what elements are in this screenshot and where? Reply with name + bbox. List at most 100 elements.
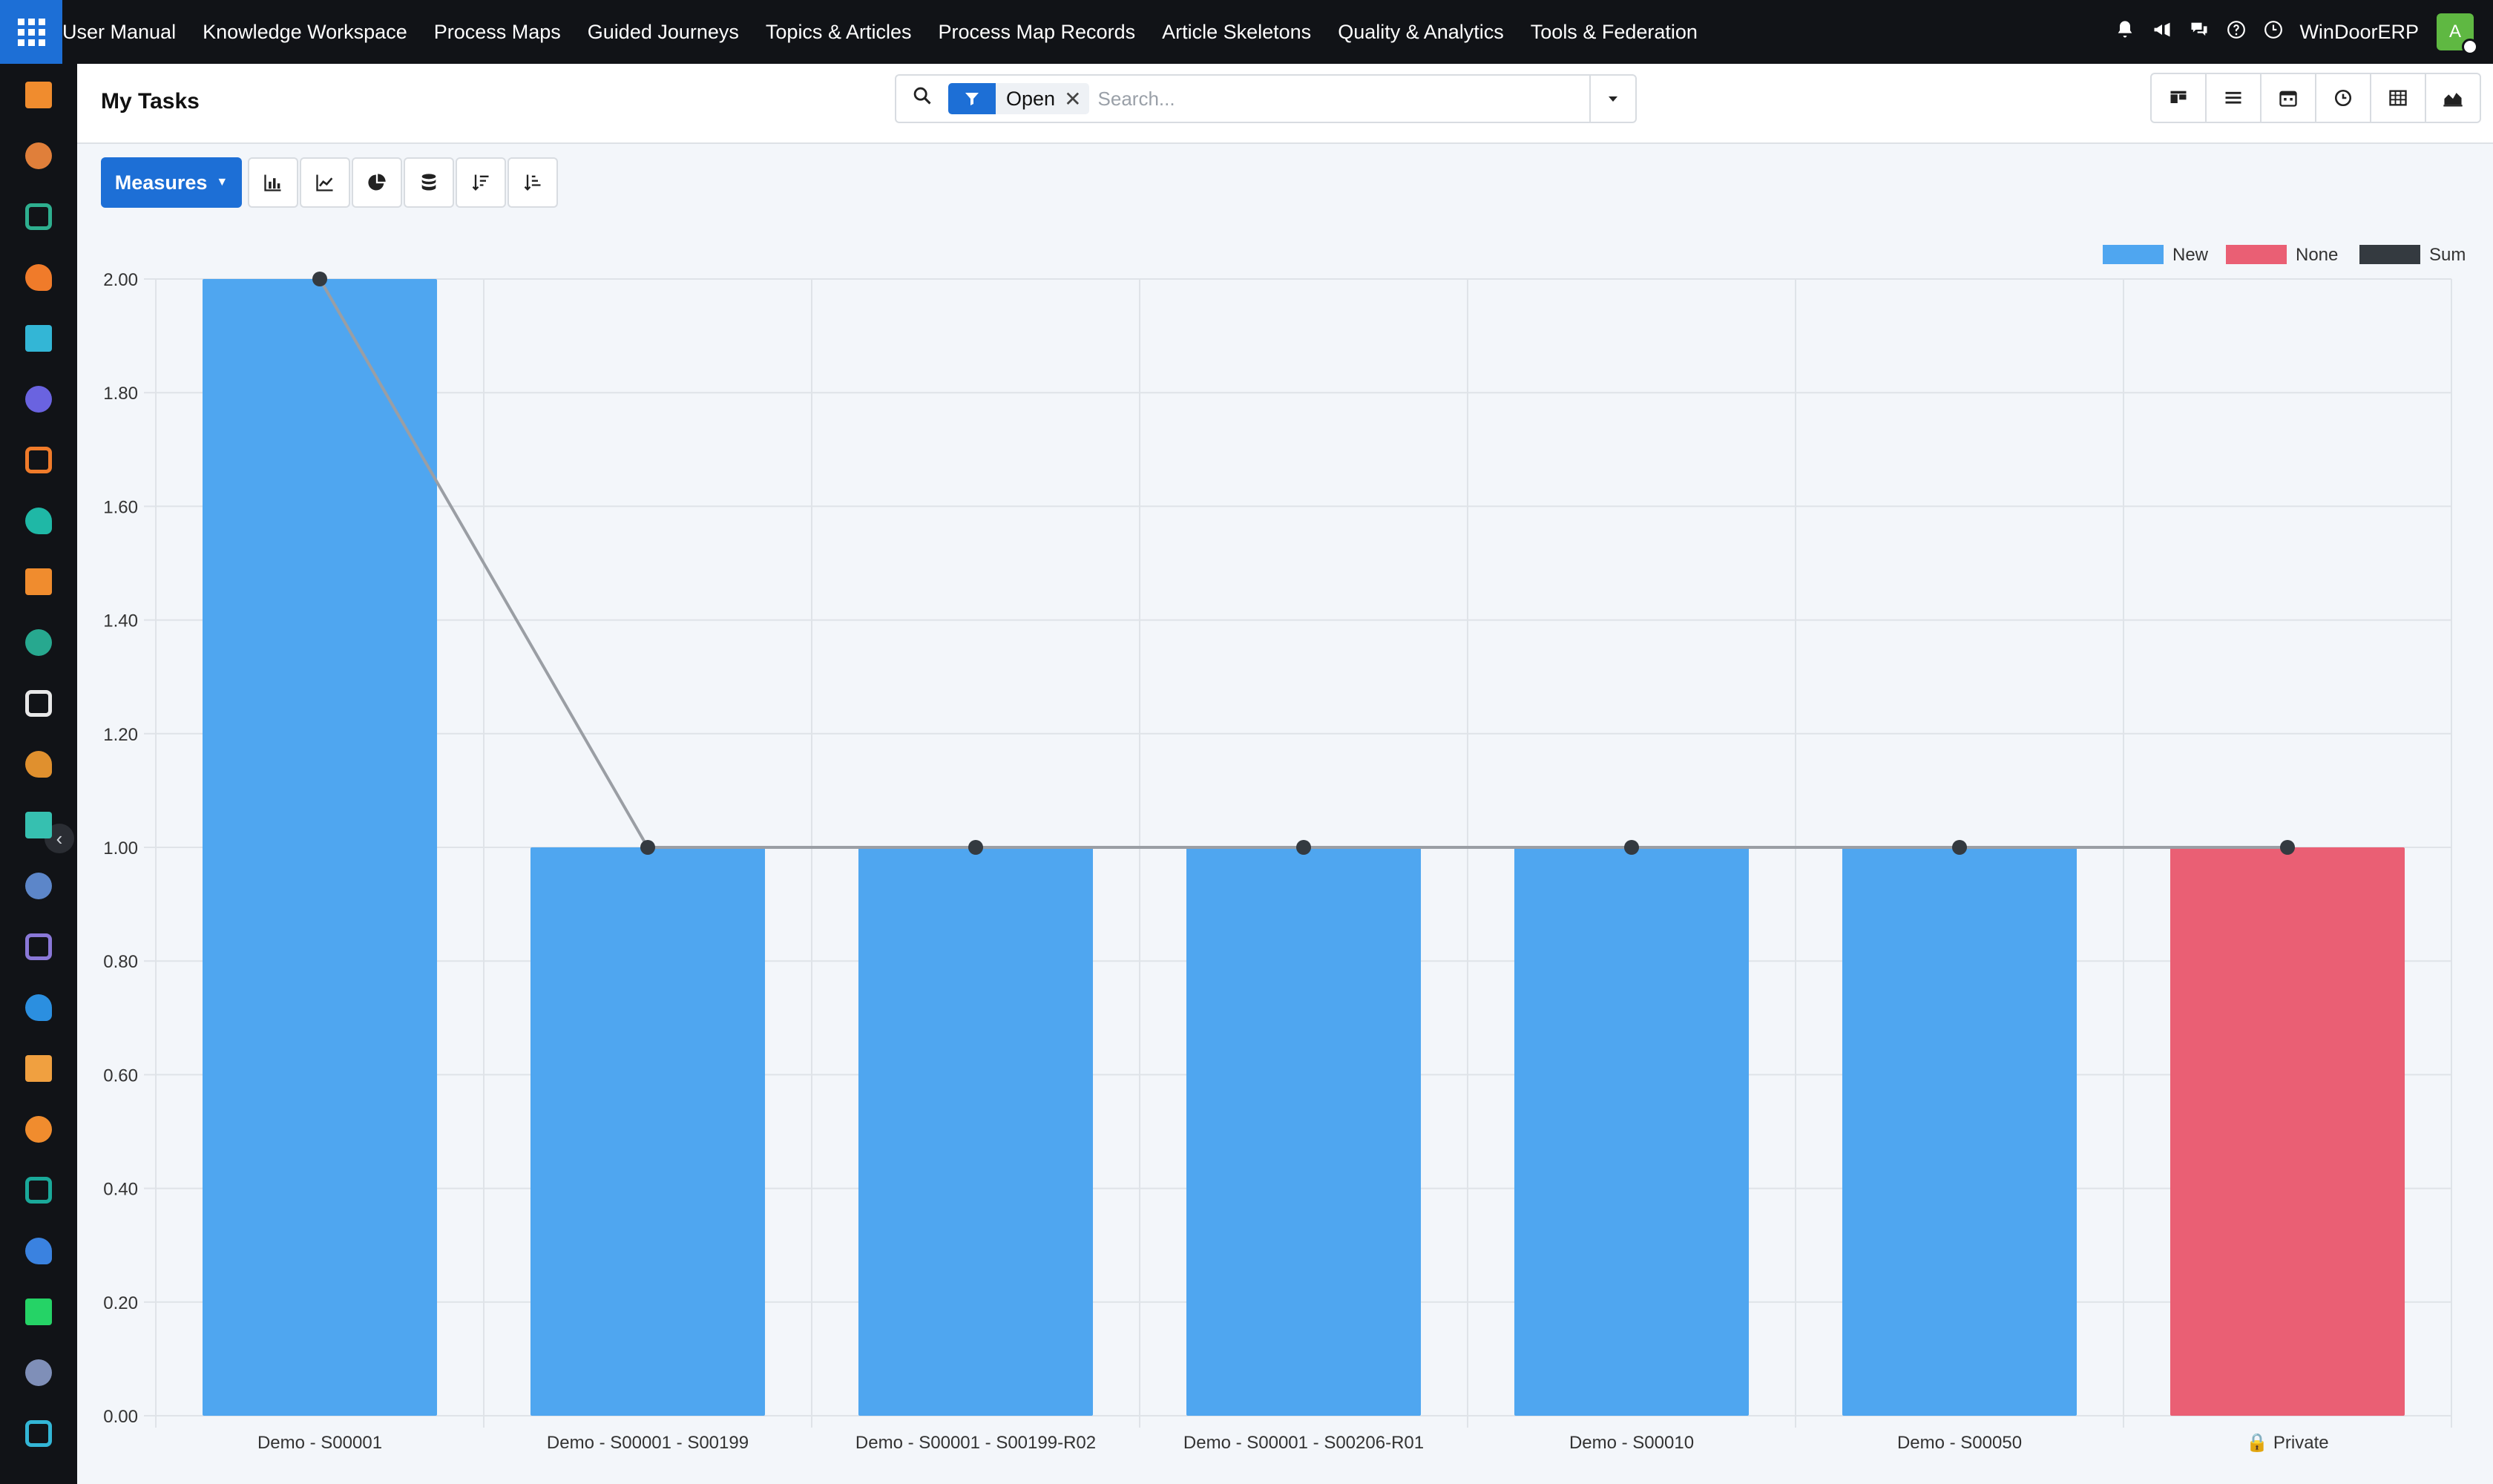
kanban-icon (2170, 91, 2187, 103)
menu-item-topics-articles[interactable]: Topics & Articles (752, 21, 925, 44)
list-view-button[interactable] (2205, 73, 2262, 123)
view-switcher (2150, 73, 2481, 123)
sum-point[interactable] (312, 272, 327, 286)
legend-label[interactable]: Sum (2429, 245, 2466, 265)
sidebar-app-icon[interactable] (25, 690, 52, 717)
bar-chart-button[interactable] (248, 157, 298, 208)
stacked-button[interactable] (404, 157, 454, 208)
sidebar-app-icon[interactable] (25, 1055, 52, 1082)
sidebar-app-icon[interactable] (25, 751, 52, 778)
menu-item-article-skeletons[interactable]: Article Skeletons (1149, 21, 1324, 44)
search-input[interactable] (1097, 87, 1589, 111)
sidebar-app-icon[interactable] (25, 1298, 52, 1325)
sidebar-app-icon[interactable] (25, 264, 52, 291)
bar-new[interactable] (1186, 847, 1422, 1416)
calendar-view-button[interactable] (2260, 73, 2316, 123)
graph-view-button[interactable] (2425, 73, 2481, 123)
x-tick-label: Demo - S00001 - S00206-R01 (1183, 1433, 1424, 1453)
measures-label: Measures (114, 171, 208, 194)
menu-item-process-maps[interactable]: Process Maps (421, 21, 574, 44)
sidebar-app-icon[interactable] (25, 994, 52, 1021)
sidebar-app-icon[interactable] (25, 142, 52, 169)
sidebar-app-icon[interactable] (25, 933, 52, 960)
app-menu-button[interactable] (0, 0, 62, 64)
sidebar-app-icon[interactable] (25, 1177, 52, 1204)
y-tick-label: 1.20 (103, 725, 138, 745)
x-tick-label: Demo - S00010 (1569, 1433, 1694, 1453)
sidebar-app-icon[interactable] (25, 568, 52, 595)
sidebar-app-icon[interactable] (25, 203, 52, 230)
sidebar-app-icon[interactable] (25, 325, 52, 352)
bar-new[interactable] (202, 279, 438, 1416)
measures-dropdown[interactable]: Measures ▼ (101, 157, 242, 208)
filter-icon (948, 83, 996, 114)
chat-icon[interactable] (2181, 19, 2218, 45)
megaphone-icon[interactable] (2144, 19, 2181, 45)
menu-item-guided-journeys[interactable]: Guided Journeys (574, 21, 752, 44)
sidebar-app-icon[interactable] (25, 873, 52, 899)
sidebar-app-icon[interactable] (25, 508, 52, 534)
sidebar-app-icon[interactable] (25, 447, 52, 473)
pivot-view-button[interactable] (2370, 73, 2426, 123)
app-sidebar: ‹ (0, 64, 77, 1484)
sidebar-app-icon[interactable] (25, 1238, 52, 1264)
control-panel: My Tasks Open ✕ (77, 64, 2493, 144)
sum-point[interactable] (968, 840, 983, 855)
company-name[interactable]: WinDoorERP (2299, 21, 2419, 44)
search-icon[interactable] (896, 85, 948, 112)
avatar[interactable]: A (2437, 13, 2478, 55)
sum-point[interactable] (1296, 840, 1311, 855)
menu-item-process-map-records[interactable]: Process Map Records (924, 21, 1149, 44)
clock-icon (2334, 89, 2352, 107)
remove-facet-icon[interactable]: ✕ (1064, 87, 1088, 111)
search-bar: Open ✕ (895, 74, 1637, 123)
search-options-toggle[interactable] (1589, 76, 1635, 122)
sidebar-app-icon[interactable] (25, 82, 52, 108)
menu-item-knowledge-workspace[interactable]: Knowledge Workspace (189, 21, 421, 44)
legend-swatch-none[interactable] (2226, 245, 2287, 264)
kanban-view-button[interactable] (2150, 73, 2207, 123)
bar-new[interactable] (858, 847, 1094, 1416)
legend-label[interactable]: New (2172, 245, 2209, 265)
menu-item-tools-federation[interactable]: Tools & Federation (1517, 21, 1711, 44)
sidebar-app-icon[interactable] (25, 812, 52, 838)
sort-ascending-button[interactable] (508, 157, 558, 208)
calendar-icon (2279, 91, 2297, 107)
bell-icon[interactable] (2106, 19, 2144, 45)
legend-label[interactable]: None (2296, 245, 2338, 265)
pie-chart-button[interactable] (352, 157, 402, 208)
sum-point[interactable] (1624, 840, 1639, 855)
sum-point[interactable] (2280, 840, 2295, 855)
bar-none[interactable] (2170, 847, 2405, 1416)
sidebar-app-icon[interactable] (25, 629, 52, 656)
y-tick-label: 0.20 (103, 1293, 138, 1313)
main-menu: User Manual Knowledge Workspace Process … (62, 0, 1711, 64)
activity-view-button[interactable] (2315, 73, 2371, 123)
database-icon (421, 174, 436, 191)
sum-point[interactable] (1952, 840, 1967, 855)
top-navbar: User Manual Knowledge Workspace Process … (0, 0, 2493, 64)
sort-ascending-icon (524, 174, 541, 191)
bar-new[interactable] (1842, 847, 2078, 1416)
bar-chart-icon (264, 174, 281, 191)
y-tick-label: 0.80 (103, 952, 138, 972)
legend-swatch-new[interactable] (2103, 245, 2164, 264)
bar-new[interactable] (1514, 847, 1750, 1416)
legend-swatch-sum[interactable] (2359, 245, 2420, 264)
line-chart-button[interactable] (300, 157, 350, 208)
bar-new[interactable] (530, 847, 766, 1416)
sidebar-app-icon[interactable] (25, 1420, 52, 1447)
sidebar-app-icon[interactable] (25, 386, 52, 413)
sidebar-app-icon[interactable] (25, 1359, 52, 1386)
menu-item-quality-analytics[interactable]: Quality & Analytics (1324, 21, 1517, 44)
caret-down-icon: ▼ (216, 176, 229, 188)
menu-item-user-manual[interactable]: User Manual (62, 21, 189, 44)
clock-icon[interactable] (2255, 20, 2292, 45)
sort-descending-button[interactable] (456, 157, 506, 208)
sidebar-app-icon[interactable] (25, 1116, 52, 1143)
help-icon[interactable] (2218, 20, 2255, 45)
graph-toolbar (248, 157, 559, 208)
sum-point[interactable] (640, 840, 655, 855)
line-chart-icon (316, 174, 333, 191)
status-dot (2462, 39, 2478, 55)
